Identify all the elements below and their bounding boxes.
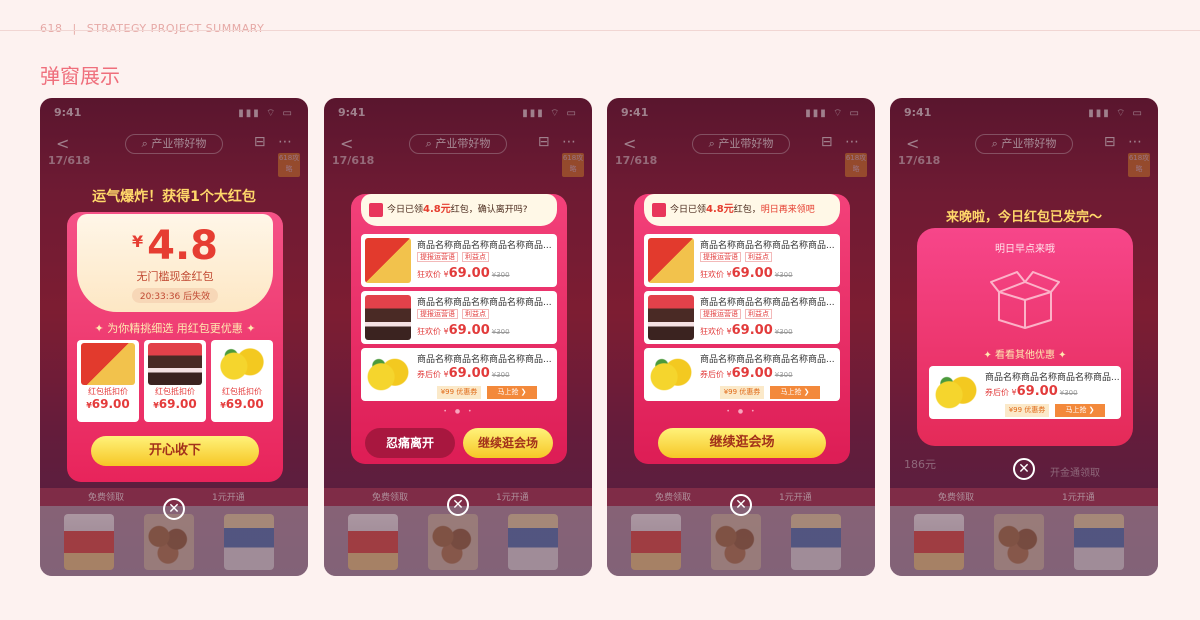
sold-out-popup: 明日早点来哦 ✦ 看看其他优惠 ✦ 商品名称商品名称商品名称商品... 券后价 … [917, 228, 1133, 446]
recommend-heading-text: 为你精挑细选 用红包更优惠 [107, 322, 243, 335]
red-packet-icon [652, 203, 666, 217]
tomorrow-text: 明日早点来哦 [995, 244, 1055, 255]
product-price: 券后价 ¥69.00 ¥300 [985, 384, 1078, 399]
leave-confirm-popup: 今日已领4.8元红包，确认离开吗? 商品名称商品名称商品名称商品... 提报运营… [351, 194, 567, 464]
product-tags: 提报运营语 利益点 [700, 309, 776, 319]
product-card[interactable]: 商品名称商品名称商品名称商品... 提报运营语 利益点 狂欢价 ¥69.00 ¥30… [361, 234, 557, 287]
lemon-image [215, 343, 269, 385]
header-divider [0, 30, 1200, 31]
product-name: 商品名称商品名称商品名称商品... [700, 241, 835, 251]
product-name: 商品名称商品名称商品名称商品... [700, 298, 835, 308]
more-deals-text: 看看其他优惠 [995, 350, 1055, 361]
amount-value: 4.8 [147, 223, 218, 269]
tile-label: 红包抵扣价 [222, 387, 262, 396]
product-tile[interactable]: 红包抵扣价 ¥69.00 [144, 340, 206, 422]
red-packet-icon [369, 203, 383, 217]
tile-price: ¥69.00 [153, 397, 197, 411]
tile-price: ¥69.00 [86, 397, 130, 411]
grab-now-button[interactable]: 马上抢 ❯ [1055, 404, 1105, 417]
phone-mockup-2: 9:41 ▮▮▮ ⌔ ▭ < ⌕ 产业带好物 ⊟ ⋯ 17/618 618攻略 … [324, 98, 592, 576]
product-tags: 提报运营语 利益点 [417, 252, 493, 262]
carousel-dots: • ● • [726, 408, 758, 415]
product-tile[interactable]: 红包抵扣价 ¥69.00 [77, 340, 139, 422]
grab-now-button[interactable]: 马上抢 ❯ [770, 386, 820, 399]
product-price: 狂欢价 ¥69.00 ¥300 [700, 323, 793, 338]
tile-price: ¥69.00 [220, 397, 264, 411]
coupon-badge: ¥99 优惠券 [437, 386, 481, 399]
product-price: 狂欢价 ¥69.00 ¥300 [417, 266, 510, 281]
banner-amount: 4.8元 [706, 204, 734, 215]
continue-button[interactable]: 继续逛会场 [463, 428, 553, 458]
banner-amount: 4.8元 [423, 204, 451, 215]
product-price: 券后价 ¥69.00 ¥300 [700, 366, 793, 381]
popup-banner: 今日已领4.8元红包，明日再来领吧 [644, 194, 840, 226]
popup-banner: 今日已领4.8元红包，确认离开吗? [361, 194, 557, 226]
close-icon[interactable]: ✕ [730, 494, 752, 516]
expiry-timer: 20:33:36 后失效 [131, 288, 219, 303]
product-card[interactable]: 商品名称商品名称商品名称商品... 券后价 ¥69.00 ¥300 ¥99 优惠券… [929, 366, 1121, 419]
more-deals-heading: ✦ 看看其他优惠 ✦ [983, 350, 1067, 361]
section-title: 弹窗展示 [40, 64, 120, 88]
tile-label: 红包抵扣价 [155, 387, 195, 396]
product-card[interactable]: 商品名称商品名称商品名称商品... 券后价 ¥69.00 ¥300 ¥99 优惠券… [644, 348, 840, 401]
product-card[interactable]: 商品名称商品名称商品名称商品... 提报运营语 利益点 狂欢价 ¥69.00 ¥30… [644, 234, 840, 287]
product-name: 商品名称商品名称商品名称商品... [417, 298, 552, 308]
phone-mockup-4: 9:41 ▮▮▮ ⌔ ▭ < ⌕ 产业带好物 ⊟ ⋯ 17/618 618攻略 … [890, 98, 1158, 576]
carousel-dots: • ● • [443, 408, 475, 415]
cake-image [148, 343, 202, 385]
biscuit-box-image [81, 343, 135, 385]
lemon-image [365, 352, 411, 397]
close-icon[interactable]: ✕ [163, 498, 185, 520]
cake-image [648, 295, 694, 340]
header-separator: | [72, 22, 77, 35]
lemon-image [933, 370, 979, 415]
popup-headline: 来晚啦，今日红包已发完～ [945, 210, 1102, 225]
packet-amount: ¥4.8 [77, 220, 273, 268]
come-back-popup: 今日已领4.8元红包，明日再来领吧 商品名称商品名称商品名称商品... 提报运营… [634, 194, 850, 464]
project-title: STRATEGY PROJECT SUMMARY [86, 22, 265, 35]
product-tags: 提报运营语 利益点 [417, 309, 493, 319]
banner-highlight: 明日再来领吧 [760, 205, 815, 215]
tile-label: 红包抵扣价 [88, 387, 128, 396]
continue-button[interactable]: 继续逛会场 [658, 428, 826, 458]
close-icon[interactable]: ✕ [1013, 458, 1035, 480]
cake-image [365, 295, 411, 340]
product-card[interactable]: 商品名称商品名称商品名称商品... 提报运营语 利益点 狂欢价 ¥69.00 ¥30… [644, 291, 840, 344]
accept-button[interactable]: 开心收下 [91, 436, 259, 466]
phone-mockup-1: 9:41 ▮▮▮ ⌔ ▭ < ⌕ 产业带好物 ⊟ ⋯ 17/618 618攻略 … [40, 98, 308, 576]
empty-box-icon [990, 271, 1060, 329]
product-card[interactable]: 商品名称商品名称商品名称商品... 券后价 ¥69.00 ¥300 ¥99 优惠券… [361, 348, 557, 401]
product-tags: 提报运营语 利益点 [700, 252, 776, 262]
product-name: 商品名称商品名称商品名称商品... [417, 355, 552, 365]
page-header: 618 | STRATEGY PROJECT SUMMARY [40, 22, 264, 35]
currency-symbol: ¥ [132, 232, 144, 251]
red-packet-popup: ¥4.8 无门槛现金红包 20:33:36 后失效 ✦ 为你精挑细选 用红包更优… [67, 212, 283, 482]
product-tile[interactable]: 红包抵扣价 ¥69.00 [211, 340, 273, 422]
biscuit-box-image [648, 238, 694, 283]
product-card[interactable]: 商品名称商品名称商品名称商品... 提报运营语 利益点 狂欢价 ¥69.00 ¥30… [361, 291, 557, 344]
product-name: 商品名称商品名称商品名称商品... [700, 355, 835, 365]
coupon-badge: ¥99 优惠券 [720, 386, 764, 399]
coupon-badge: ¥99 优惠券 [1005, 404, 1049, 417]
product-price: 券后价 ¥69.00 ¥300 [417, 366, 510, 381]
popup-headline: 运气爆炸！获得1个大红包 [92, 189, 256, 205]
product-name: 商品名称商品名称商品名称商品... [985, 373, 1120, 383]
biscuit-box-image [365, 238, 411, 283]
red-packet-envelope: ¥4.8 无门槛现金红包 20:33:36 后失效 [77, 214, 273, 312]
product-name: 商品名称商品名称商品名称商品... [417, 241, 552, 251]
lemon-image [648, 352, 694, 397]
product-price: 狂欢价 ¥69.00 ¥300 [417, 323, 510, 338]
close-icon[interactable]: ✕ [447, 494, 469, 516]
recommend-heading: ✦ 为你精挑细选 用红包更优惠 ✦ [94, 322, 256, 335]
page-number: 618 [40, 22, 63, 35]
grab-now-button[interactable]: 马上抢 ❯ [487, 386, 537, 399]
leave-button[interactable]: 忍痛离开 [365, 428, 455, 458]
packet-subtitle: 无门槛现金红包 [136, 270, 214, 283]
product-price: 狂欢价 ¥69.00 ¥300 [700, 266, 793, 281]
phone-mockup-3: 9:41 ▮▮▮ ⌔ ▭ < ⌕ 产业带好物 ⊟ ⋯ 17/618 618攻略 … [607, 98, 875, 576]
